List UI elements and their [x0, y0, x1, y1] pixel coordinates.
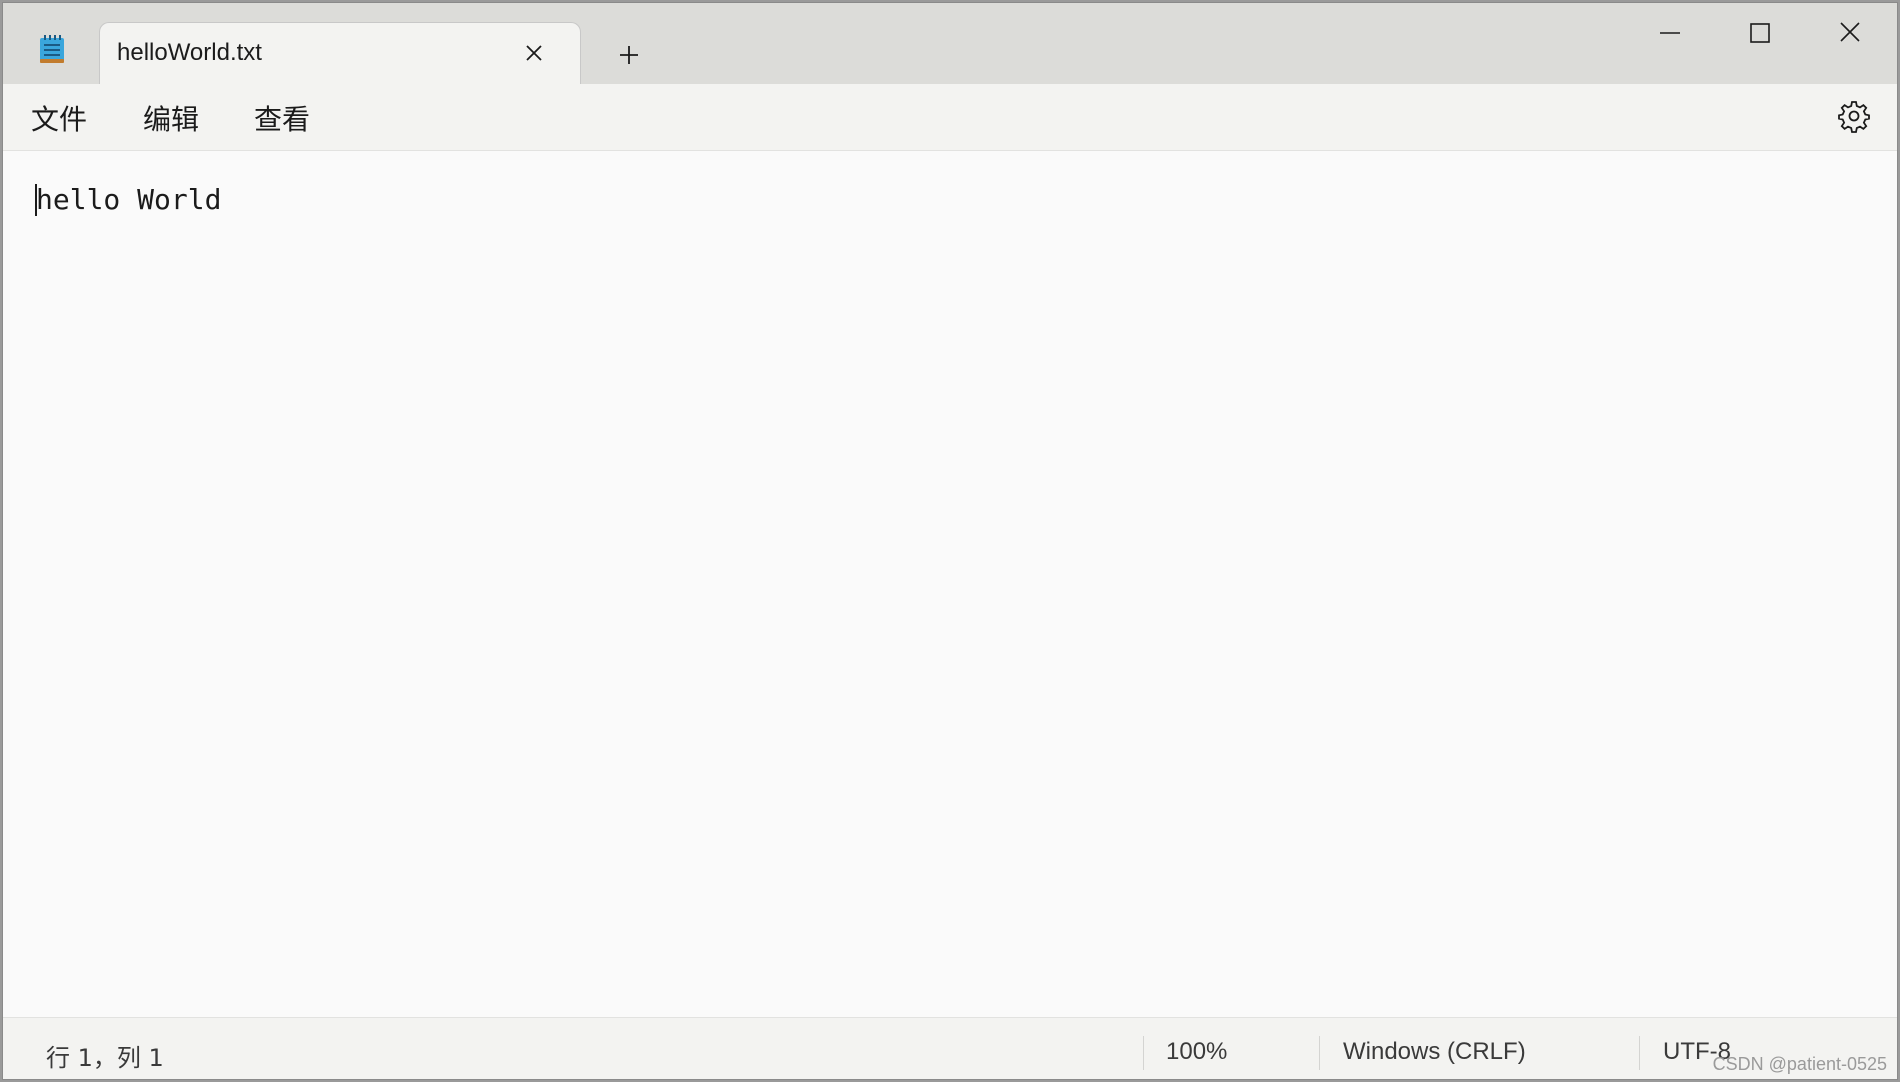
watermark-text: CSDN @patient-0525: [1712, 1054, 1887, 1074]
menu-edit[interactable]: 编辑: [143, 98, 199, 138]
gear-icon[interactable]: [1837, 99, 1871, 133]
text-editor[interactable]: hello World: [3, 151, 1897, 1017]
editor-content[interactable]: hello World: [36, 183, 221, 216]
menu-bar: 文件 编辑 查看: [3, 84, 1897, 151]
maximize-icon[interactable]: [1725, 13, 1795, 53]
status-divider: [1143, 1036, 1144, 1070]
zoom-level[interactable]: 100%: [1166, 1038, 1227, 1066]
notepad-window: helloWorld.txt 文件 编辑 查看 hello World 行 1，…: [2, 2, 1898, 1080]
status-bar: 行 1，列 1 100% Windows (CRLF) UTF-8 CSDN @…: [3, 1017, 1897, 1079]
close-icon[interactable]: [518, 37, 550, 69]
plus-icon[interactable]: [611, 37, 647, 73]
minimize-icon[interactable]: [1635, 13, 1705, 53]
status-divider: [1639, 1036, 1640, 1070]
cursor-position: 行 1，列 1: [46, 1044, 164, 1072]
menu-view[interactable]: 查看: [254, 98, 310, 138]
line-ending[interactable]: Windows (CRLF): [1343, 1038, 1526, 1066]
close-icon[interactable]: [1815, 13, 1885, 53]
notepad-icon: [40, 35, 64, 63]
tab-title: helloWorld.txt: [117, 39, 262, 66]
tab-helloworld[interactable]: helloWorld.txt: [99, 22, 581, 84]
menu-file[interactable]: 文件: [31, 98, 87, 138]
status-divider: [1319, 1036, 1320, 1070]
title-bar[interactable]: helloWorld.txt: [3, 3, 1897, 84]
